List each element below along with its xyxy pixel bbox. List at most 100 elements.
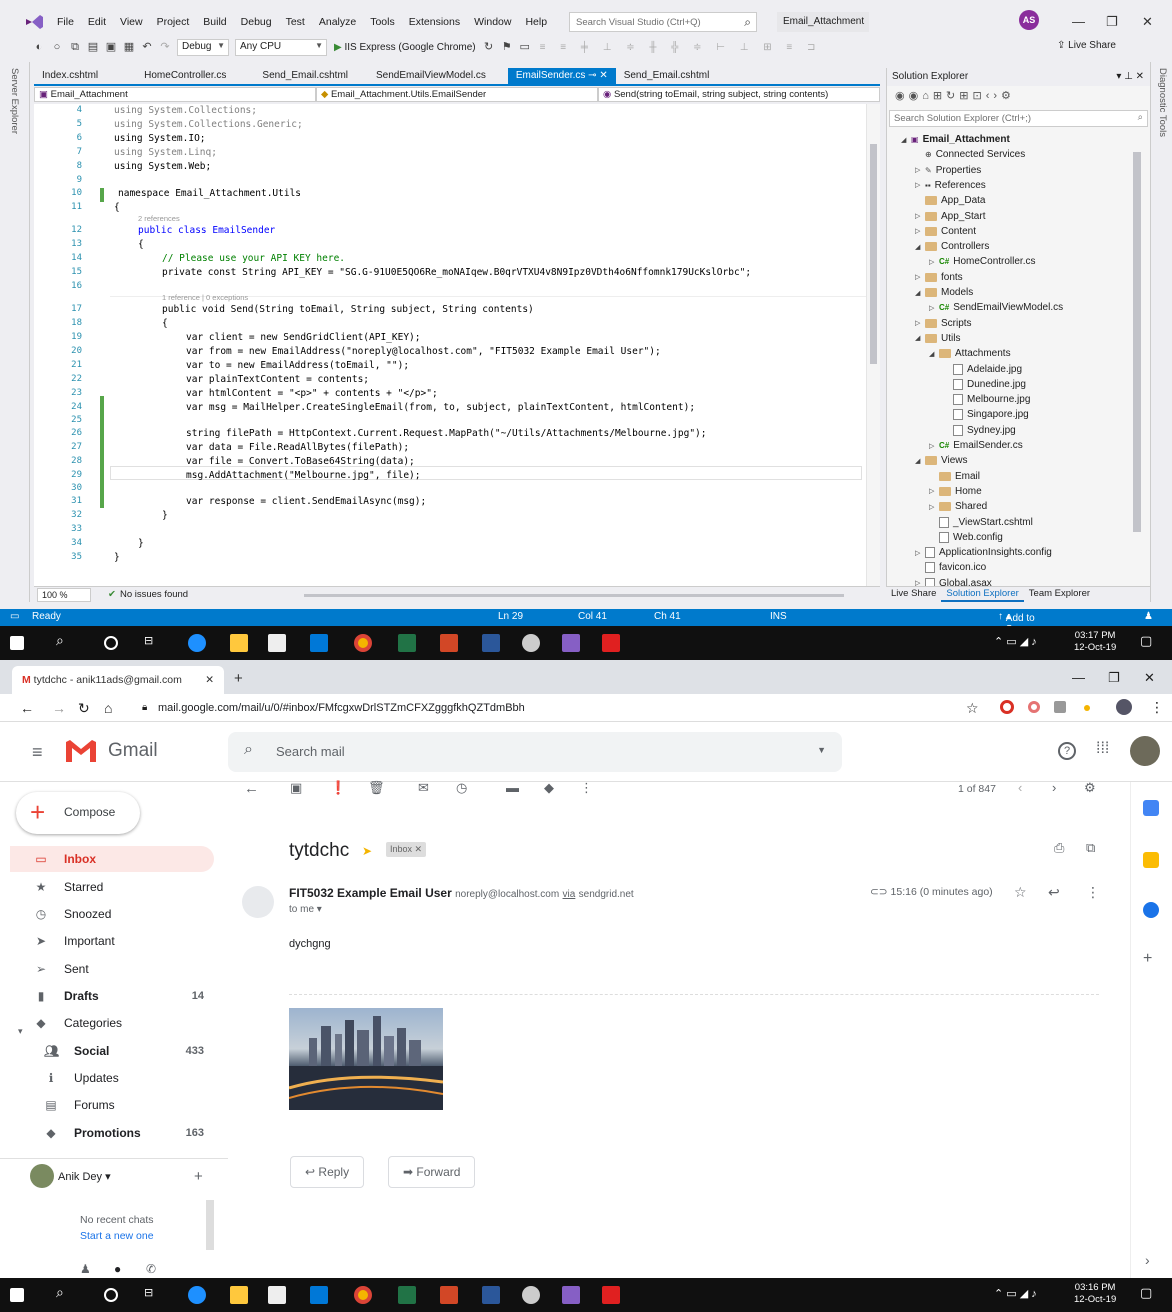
tree-item-references[interactable]: ▷ ▪▪ References bbox=[915, 178, 986, 193]
nav-important[interactable]: ➤ Important bbox=[10, 928, 214, 954]
tree-expander-icon[interactable]: ▷ bbox=[929, 442, 939, 450]
lock-icon[interactable]: 🔒︎ bbox=[142, 702, 147, 713]
project-dropdown[interactable]: ▣ Email_Attachment bbox=[34, 87, 316, 102]
clock[interactable]: 03:16 PM 12-Oct-19 bbox=[1074, 1282, 1116, 1306]
nav-categories[interactable]: ◆ Categories bbox=[10, 1010, 214, 1036]
expand-arrow-icon[interactable]: ▾ bbox=[18, 1026, 23, 1037]
tab-team-explorer[interactable]: Team Explorer bbox=[1024, 587, 1095, 602]
panel-close-icon[interactable]: ▾ ⊥ ✕ bbox=[1116, 71, 1144, 82]
help-icon[interactable]: ? bbox=[1058, 742, 1076, 760]
extension-icon[interactable] bbox=[1000, 700, 1014, 714]
attachment-thumbnail[interactable] bbox=[289, 1008, 443, 1110]
menu-help[interactable]: Help bbox=[518, 16, 554, 28]
file-explorer-icon[interactable] bbox=[230, 1286, 248, 1304]
home-icon[interactable]: ⌂ bbox=[104, 700, 112, 716]
solution-explorer-search[interactable]: Search Solution Explorer (Ctrl+;) ⌕ bbox=[889, 110, 1148, 127]
tab-send-email-cshtml-2[interactable]: Send_Email.cshtml bbox=[616, 68, 718, 84]
tree-item-utils[interactable]: ◢ Utils bbox=[915, 331, 960, 346]
nav-promotions[interactable]: ◆ Promotions 163 bbox=[10, 1120, 214, 1146]
tree-item-melbourne-jpg[interactable]: Melbourne.jpg bbox=[943, 392, 1030, 407]
settings-gear-icon[interactable]: ⚙ bbox=[1084, 780, 1096, 796]
solution-explorer-toolbar[interactable]: ◉◉⌂⊞↻⊞⊡‹›⚙ bbox=[887, 86, 1150, 108]
save-icon[interactable]: ▣ bbox=[104, 40, 118, 54]
main-menu-icon[interactable]: ≡ bbox=[32, 742, 43, 763]
codelens-references[interactable]: 2 references bbox=[138, 214, 180, 223]
tree-item--viewstart-cshtml[interactable]: _ViewStart.cshtml bbox=[929, 515, 1033, 530]
close-tab-icon[interactable]: ✕ bbox=[599, 70, 607, 81]
nav-drafts[interactable]: ▮ Drafts 14 bbox=[10, 983, 214, 1009]
sender-name[interactable]: FIT5032 Example Email User bbox=[289, 886, 452, 900]
nav-forums[interactable]: ▤ Forums bbox=[10, 1092, 214, 1118]
via-link[interactable]: via bbox=[563, 889, 576, 900]
tree-item-emailsender-cs[interactable]: ▷ C# EmailSender.cs bbox=[929, 438, 1023, 453]
chevron-right-icon[interactable]: › bbox=[1052, 780, 1056, 795]
save-all-icon[interactable]: ▦ bbox=[122, 40, 136, 54]
tree-expander-icon[interactable]: ▷ bbox=[929, 258, 939, 266]
code-editor[interactable]: 4 5 6 7 8 9 10 11 12 13 14 15 16 17 18 19 20 21 22 23 24 25 26… bbox=[34, 104, 866, 586]
tree-item-homecontroller-cs[interactable]: ▷ C# HomeController.cs bbox=[929, 254, 1036, 269]
edge-browser-icon[interactable] bbox=[188, 1286, 206, 1304]
tab-emailsender-active[interactable]: EmailSender.cs ⊸ ✕ bbox=[507, 68, 616, 84]
visual-studio-icon[interactable] bbox=[562, 634, 580, 652]
store-icon[interactable] bbox=[268, 1286, 286, 1304]
reply-button[interactable]: ↩ Reply bbox=[290, 1156, 365, 1188]
mail-search-box[interactable]: ⌕ Search mail ▼ bbox=[228, 732, 842, 772]
forward-button[interactable]: ➡ Forward bbox=[388, 1156, 476, 1188]
star-icon[interactable]: ☆ bbox=[966, 700, 979, 717]
tree-item-dunedine-jpg[interactable]: Dunedine.jpg bbox=[943, 377, 1026, 392]
hangouts-avatar[interactable] bbox=[30, 1164, 54, 1188]
nav-snoozed[interactable]: ◷ Snoozed bbox=[10, 901, 214, 927]
tree-item-web-config[interactable]: Web.config bbox=[929, 530, 1003, 545]
word-icon[interactable] bbox=[482, 634, 500, 652]
new-project-icon[interactable]: ⧉ bbox=[68, 40, 82, 54]
tab-index-cshtml[interactable]: Index.cshtml bbox=[34, 68, 106, 84]
horizontal-scrollbar[interactable] bbox=[304, 594, 844, 597]
maximize-icon[interactable]: ❐ bbox=[1106, 14, 1118, 30]
sender-avatar[interactable] bbox=[242, 886, 274, 918]
tree-item-attachments[interactable]: ◢ Attachments bbox=[929, 346, 1011, 361]
mail-icon[interactable] bbox=[310, 1286, 328, 1304]
start-new-chat-link[interactable]: Start a new one bbox=[80, 1230, 154, 1242]
user-avatar[interactable]: AS bbox=[1019, 10, 1039, 30]
tree-expander-icon[interactable]: ◢ bbox=[901, 136, 911, 144]
chevron-left-icon[interactable]: ‹ bbox=[1018, 780, 1022, 795]
account-avatar[interactable] bbox=[1130, 736, 1160, 766]
chrome-icon[interactable] bbox=[354, 634, 372, 652]
app-icon[interactable] bbox=[522, 634, 540, 652]
forward-icon[interactable]: ○ bbox=[50, 40, 64, 54]
tree-expander-icon[interactable]: ▷ bbox=[929, 304, 939, 312]
close-icon[interactable]: ✕ bbox=[1142, 14, 1153, 30]
tree-expander-icon[interactable]: ▷ bbox=[915, 319, 925, 327]
tree-item-applicationinsights-config[interactable]: ▷ ApplicationInsights.config bbox=[915, 545, 1052, 560]
clock[interactable]: 03:17 PM 12-Oct-19 bbox=[1074, 630, 1116, 654]
add-chat-icon[interactable]: + bbox=[194, 1168, 203, 1185]
tree-item-views[interactable]: ◢ Views bbox=[915, 453, 968, 468]
more-icon[interactable]: ⋮ bbox=[580, 780, 593, 796]
tree-expander-icon[interactable]: ▷ bbox=[915, 273, 925, 281]
maximize-icon[interactable]: ❐ bbox=[1108, 670, 1120, 686]
live-share-button[interactable]: ⇪ Live Share bbox=[1057, 40, 1116, 51]
windows-start-icon[interactable] bbox=[10, 636, 24, 650]
task-view-icon[interactable]: ⊟ bbox=[144, 1286, 162, 1304]
tree-item-adelaide-jpg[interactable]: Adelaide.jpg bbox=[943, 362, 1022, 377]
excel-icon[interactable] bbox=[398, 1286, 416, 1304]
reload-icon[interactable]: ↻ bbox=[78, 700, 90, 717]
undo-icon[interactable]: ↶ bbox=[140, 40, 154, 54]
chat-scrollbar[interactable] bbox=[206, 1200, 214, 1250]
menu-project[interactable]: Project bbox=[150, 16, 197, 28]
codelens-references[interactable]: 1 reference | 0 exceptions bbox=[162, 293, 248, 302]
nav-updates[interactable]: ℹ Updates bbox=[10, 1065, 214, 1091]
config-dropdown[interactable]: Debug ▼ bbox=[177, 38, 229, 56]
powerpoint-icon[interactable] bbox=[440, 1286, 458, 1304]
browser-tab[interactable]: M tytdchc - anik11ads@gmail.com ✕ bbox=[12, 666, 224, 694]
get-addons-icon[interactable]: + bbox=[1143, 950, 1152, 968]
star-icon[interactable]: ☆ bbox=[1014, 884, 1027, 901]
forward-arrow-icon[interactable]: → bbox=[52, 700, 66, 716]
class-dropdown[interactable]: ◆ Email_Attachment.Utils.EmailSender bbox=[316, 87, 598, 102]
system-tray-icons[interactable]: ⌃ ▭ ◢ ♪ bbox=[994, 636, 1037, 648]
tree-item-connected-services[interactable]: ⊕ Connected Services bbox=[915, 147, 1025, 162]
back-to-inbox-icon[interactable]: ← bbox=[244, 780, 259, 797]
toolbar-icon[interactable]: ▭ bbox=[518, 40, 532, 54]
tree-item-controllers[interactable]: ◢ Controllers bbox=[915, 239, 989, 254]
hangouts-user[interactable]: Anik Dey ▾ bbox=[58, 1170, 111, 1183]
